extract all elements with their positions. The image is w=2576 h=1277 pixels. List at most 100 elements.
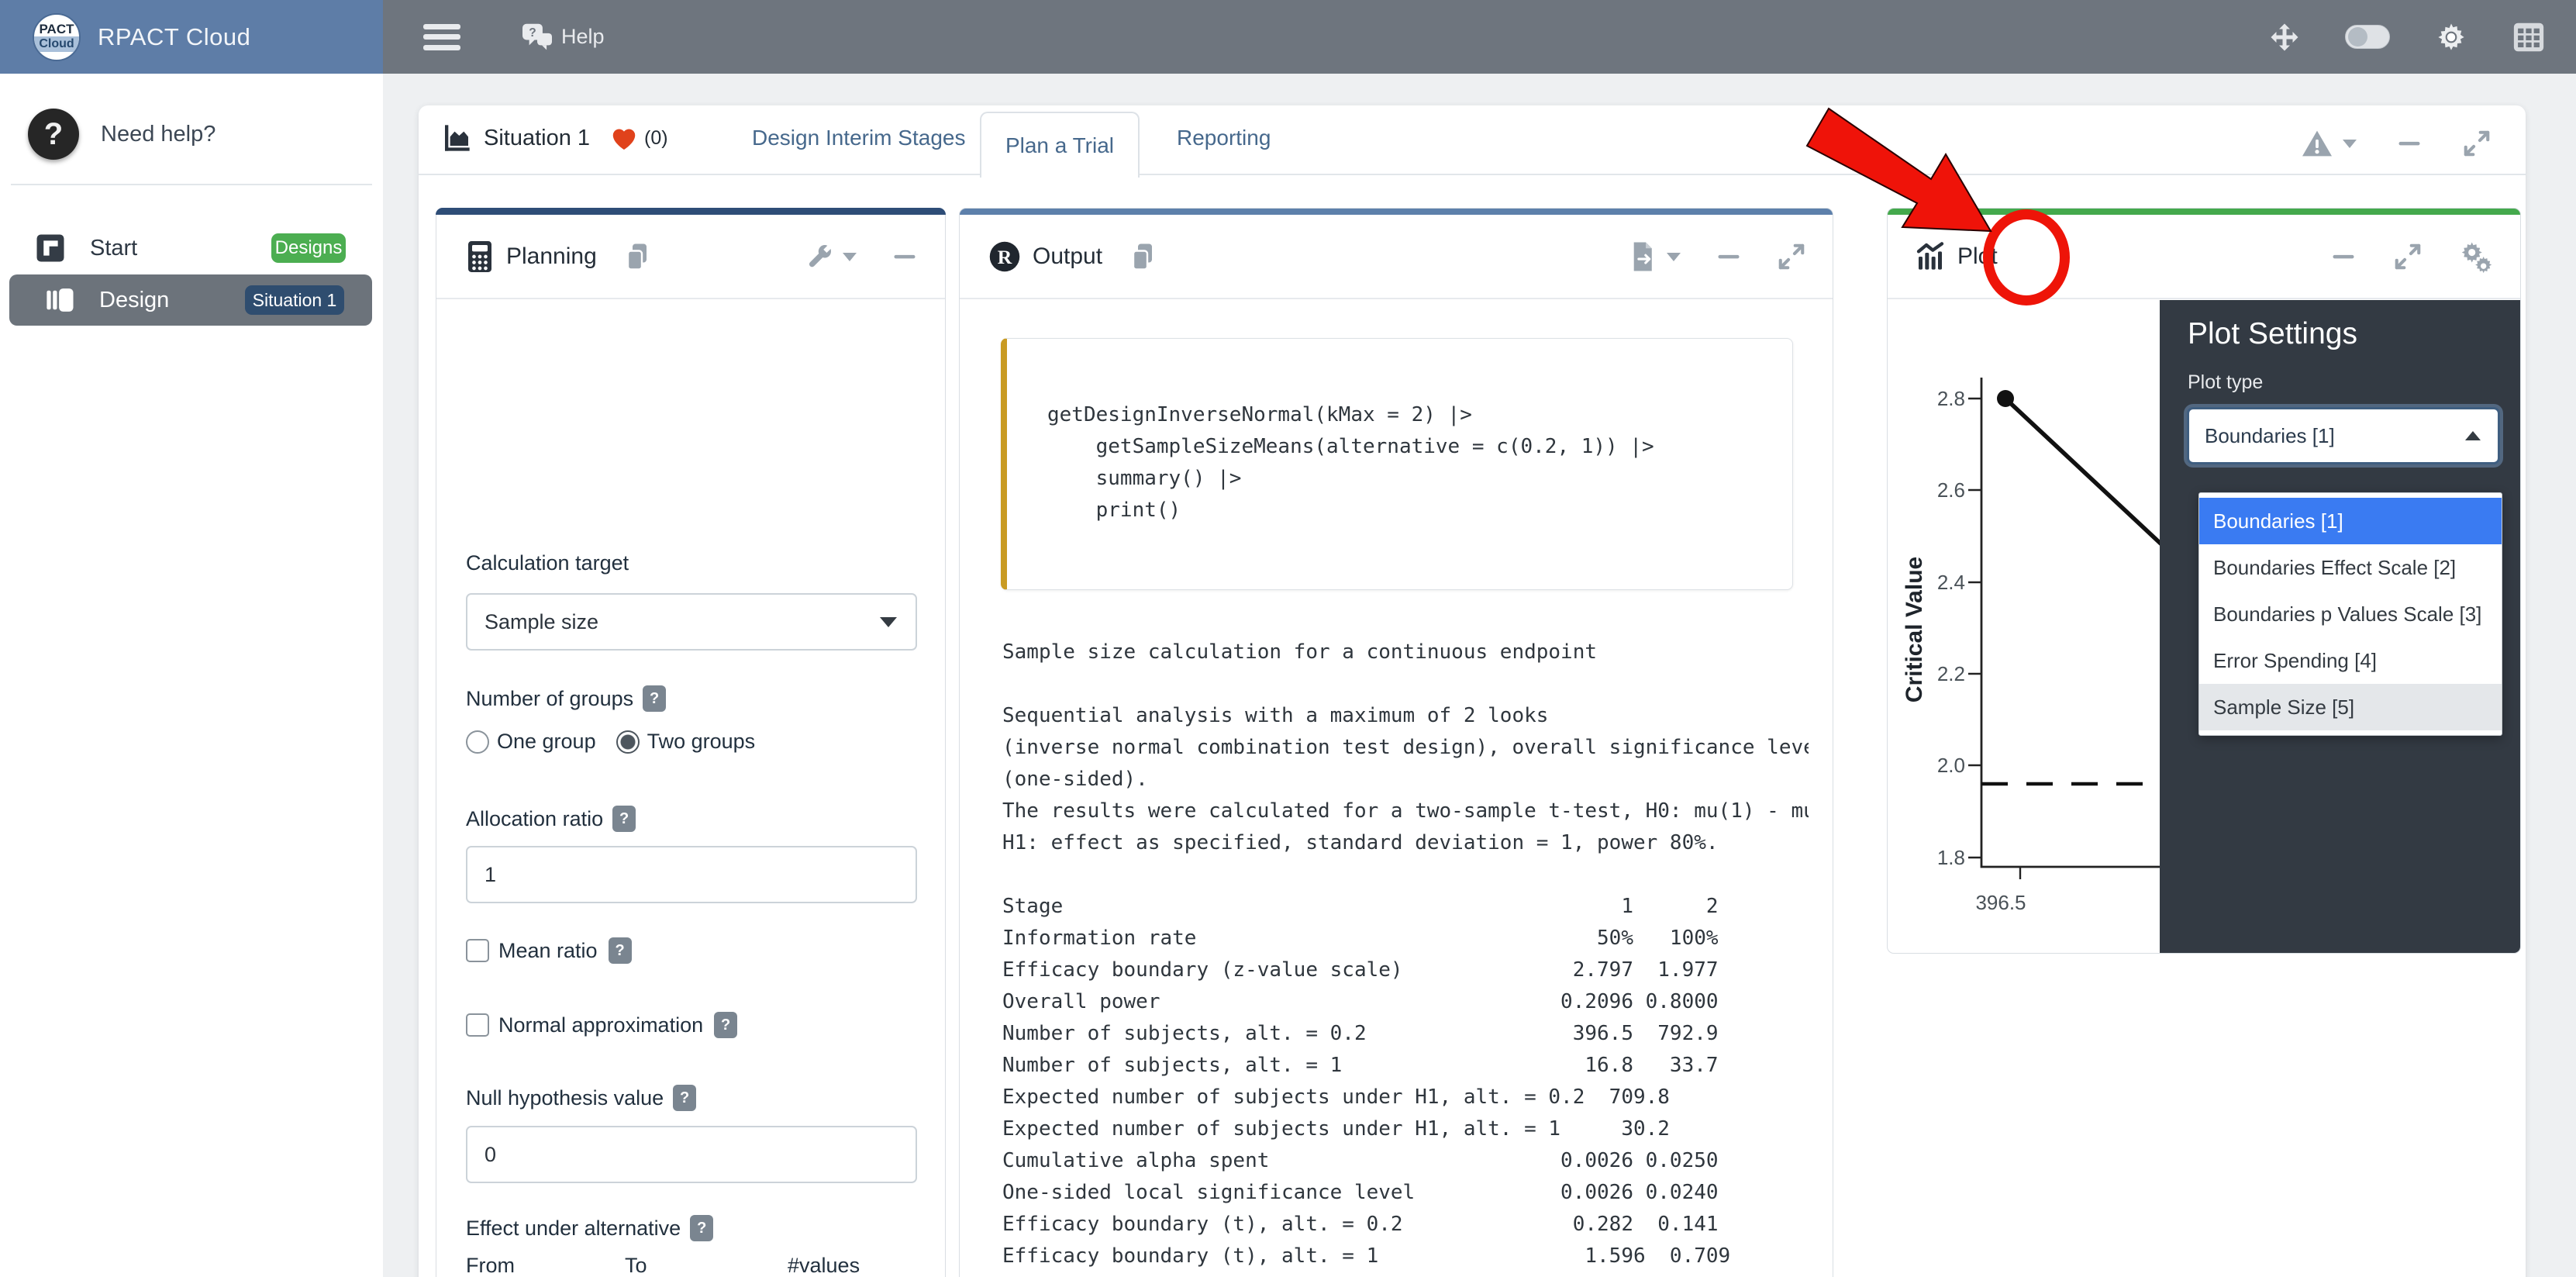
- plot-type-select[interactable]: Boundaries [1]: [2187, 407, 2500, 464]
- situation-badge: Situation 1: [245, 285, 344, 315]
- null-hypothesis-input[interactable]: [466, 1126, 917, 1183]
- heart-icon[interactable]: [610, 125, 638, 151]
- help-chat-icon: ?: [521, 22, 553, 52]
- design-columns-icon: [43, 284, 76, 316]
- sidebar: PACT Cloud RPACT Cloud ? Need help? Star…: [0, 0, 383, 1277]
- x-tick-label: 396.5: [1975, 891, 2026, 914]
- collapse-minus-icon[interactable]: [1715, 243, 1743, 271]
- help-badge-icon[interactable]: ?: [609, 937, 632, 964]
- help-button[interactable]: ? Help: [521, 22, 605, 52]
- r-code-block[interactable]: getDesignInverseNormal(kMax = 2) |> getS…: [1001, 338, 1793, 590]
- output-panel: R Output: [959, 208, 1833, 1277]
- toggle-knob: [2348, 27, 2367, 47]
- help-label: Help: [561, 25, 605, 49]
- svg-text:2.4: 2.4: [1937, 571, 1965, 594]
- svg-text:R: R: [998, 246, 1012, 268]
- sidebar-header: PACT Cloud RPACT Cloud: [0, 0, 383, 74]
- normal-approx-label: Normal approximation: [498, 1013, 703, 1037]
- tab-design-interim-stages[interactable]: Design Interim Stages: [752, 126, 965, 150]
- plot-type-label: Plot type: [2188, 371, 2263, 394]
- data-point-stage1: [1997, 390, 2014, 407]
- red-arrow-annotation: [1791, 93, 2008, 248]
- hamburger-menu-icon[interactable]: [423, 24, 460, 50]
- sidebar-item-start[interactable]: Start Designs: [0, 226, 383, 270]
- help-badge-icon[interactable]: ?: [690, 1215, 713, 1241]
- caret-up-icon: [2465, 431, 2481, 440]
- warnings-dropdown-button[interactable]: [2301, 129, 2357, 158]
- option-boundaries[interactable]: Boundaries [1]: [2199, 498, 2502, 544]
- plot-settings-title: Plot Settings: [2188, 317, 2357, 351]
- planning-title: Planning: [506, 243, 597, 270]
- copy-icon[interactable]: [623, 241, 651, 272]
- collapse-minus-icon[interactable]: [2329, 243, 2357, 271]
- r-output-text: Sample size calculation for a continuous…: [1002, 637, 1809, 1272]
- allocation-input[interactable]: [466, 846, 917, 903]
- sidebar-item-design[interactable]: Design Situation 1: [9, 274, 372, 326]
- to-label: To: [625, 1254, 647, 1277]
- tab-plan-a-trial[interactable]: Plan a Trial: [980, 112, 1140, 178]
- calculator-icon: [464, 240, 495, 274]
- caret-down-icon: [843, 253, 857, 261]
- help-badge-icon[interactable]: ?: [714, 1012, 737, 1038]
- collapse-minus-icon[interactable]: [2395, 129, 2423, 157]
- option-sample-size[interactable]: Sample Size [5]: [2199, 684, 2502, 730]
- arrows-move-icon[interactable]: [2269, 22, 2300, 53]
- situation-card: Situation 1 (0) Design Interim Stages Pl…: [419, 105, 2526, 1277]
- help-badge-icon[interactable]: ?: [643, 685, 666, 712]
- settings-gear-icon[interactable]: [2435, 21, 2467, 53]
- option-boundaries-effect-scale[interactable]: Boundaries Effect Scale [2]: [2199, 544, 2502, 591]
- values-label: #values: [788, 1254, 860, 1277]
- plan-a-trial-label: Plan a Trial: [1005, 133, 1114, 158]
- help-badge-icon[interactable]: ?: [612, 806, 636, 832]
- export-dropdown-button[interactable]: [1629, 241, 1681, 272]
- radio-two-groups[interactable]: [616, 730, 640, 754]
- normal-approx-checkbox[interactable]: [466, 1013, 489, 1037]
- y-axis-label: Critical Value: [1902, 557, 1927, 702]
- tab-situation[interactable]: Situation 1 (0): [440, 123, 668, 154]
- groups-label: Number of groups?: [466, 685, 666, 712]
- grid-apps-icon[interactable]: [2512, 22, 2545, 53]
- option-boundaries-p-values-scale[interactable]: Boundaries p Values Scale [3]: [2199, 591, 2502, 637]
- plot-panel: Plot: [1887, 208, 2521, 954]
- mean-ratio-checkbox[interactable]: [466, 939, 489, 962]
- warning-triangle-icon: [2301, 129, 2333, 158]
- situation-tab-label: Situation 1: [484, 126, 590, 151]
- tools-dropdown-button[interactable]: [805, 243, 857, 271]
- r-logo-icon: R: [988, 240, 1022, 274]
- tabs-row: Situation 1 (0) Design Interim Stages Pl…: [419, 105, 2526, 175]
- question-mark-icon: ?: [28, 109, 79, 160]
- start-label: Start: [90, 236, 137, 261]
- expand-diagonal-icon[interactable]: [2393, 242, 2423, 271]
- expand-diagonal-icon[interactable]: [2462, 129, 2492, 158]
- theme-toggle[interactable]: [2345, 25, 2390, 49]
- allocation-label: Allocation ratio?: [466, 806, 636, 832]
- svg-text:2.2: 2.2: [1937, 662, 1965, 685]
- wrench-icon: [805, 243, 833, 271]
- help-badge-icon[interactable]: ?: [673, 1085, 696, 1111]
- y-tick-labels: 2.8 2.6 2.4 2.2 2.0 1.8: [1937, 387, 1965, 869]
- option-error-spending[interactable]: Error Spending [4]: [2199, 637, 2502, 684]
- effect-label: Effect under alternative?: [466, 1215, 713, 1241]
- tab-reporting[interactable]: Reporting: [1177, 126, 1271, 150]
- two-groups-label: Two groups: [647, 730, 756, 754]
- planning-accent-bar: [436, 208, 946, 215]
- svg-text:2.6: 2.6: [1937, 478, 1965, 502]
- svg-text:?: ?: [529, 26, 536, 40]
- copy-icon[interactable]: [1129, 241, 1157, 272]
- caret-down-icon: [1667, 253, 1681, 261]
- svg-text:2.8: 2.8: [1937, 387, 1965, 410]
- output-title: Output: [1033, 243, 1102, 270]
- rpact-logo: PACT Cloud: [33, 13, 81, 61]
- calc-target-select[interactable]: Sample size: [466, 593, 917, 651]
- calc-target-label: Calculation target: [466, 551, 629, 575]
- output-accent-bar: [959, 208, 1833, 215]
- plot-settings-gears-icon[interactable]: [2458, 240, 2494, 274]
- need-help-label: Need help?: [101, 122, 216, 147]
- caret-down-icon: [880, 617, 897, 627]
- sidebar-item-need-help[interactable]: ? Need help?: [0, 91, 383, 177]
- collapse-minus-icon[interactable]: [891, 243, 919, 271]
- radio-one-group[interactable]: [466, 730, 489, 754]
- topbar: ? Help: [383, 0, 2576, 74]
- caret-down-icon: [2343, 140, 2357, 148]
- design-label: Design: [99, 288, 169, 313]
